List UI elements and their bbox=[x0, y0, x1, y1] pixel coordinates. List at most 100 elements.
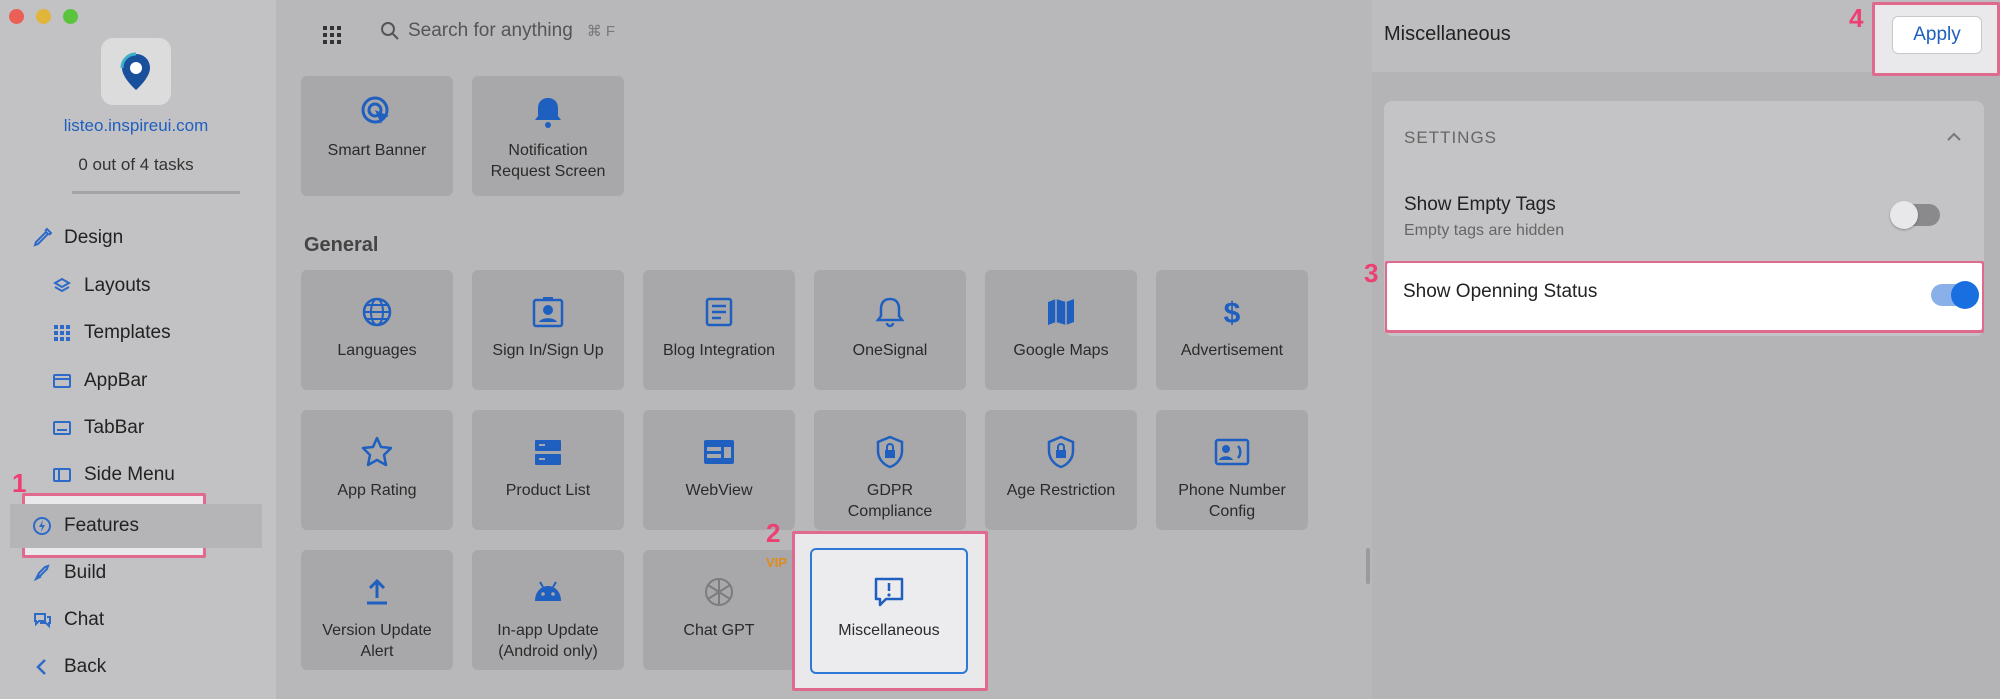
nav-label: Chat bbox=[64, 609, 105, 630]
brush-icon bbox=[30, 226, 54, 250]
search-bar[interactable]: Search for anything ⌘ F bbox=[380, 20, 615, 42]
show-opening-status-label: Show Openning Status bbox=[1403, 281, 1598, 302]
search-icon bbox=[381, 22, 399, 40]
tile-label: Sign In/Sign Up bbox=[492, 342, 604, 359]
dollar-icon: $ bbox=[1220, 294, 1244, 330]
tile-phone-number-config[interactable]: Phone Number Config bbox=[1156, 410, 1308, 530]
toggle-knob bbox=[1890, 201, 1918, 229]
tile-label: Product List bbox=[505, 482, 591, 499]
settings-section-label: SETTINGS bbox=[1404, 128, 1498, 147]
tile-label: Phone Number Config bbox=[1178, 482, 1286, 520]
tile-label: Chat GPT bbox=[683, 622, 755, 639]
tile-sign-in[interactable]: Sign In/Sign Up bbox=[472, 270, 624, 390]
tile-advertisement[interactable]: $ Advertisement bbox=[1156, 270, 1308, 390]
phone-contact-icon bbox=[1214, 434, 1250, 470]
nav-features[interactable]: Features bbox=[10, 504, 262, 548]
nav-tabbar[interactable]: TabBar bbox=[0, 406, 272, 450]
nav-label: Layouts bbox=[84, 275, 151, 296]
target-click-icon bbox=[359, 94, 395, 130]
tile-gdpr-compliance[interactable]: GDPR Compliance bbox=[814, 410, 966, 530]
tile-app-rating[interactable]: App Rating bbox=[301, 410, 453, 530]
star-icon bbox=[360, 434, 394, 470]
tile-label: WebView bbox=[685, 482, 753, 499]
nav-layouts[interactable]: Layouts bbox=[0, 264, 272, 308]
openai-icon bbox=[701, 574, 737, 610]
nav-label: Features bbox=[64, 515, 139, 536]
svg-text:$: $ bbox=[1224, 297, 1241, 329]
tile-label: Notification Request Screen bbox=[490, 142, 606, 180]
nav-label: TabBar bbox=[84, 417, 145, 438]
nav-design[interactable]: Design bbox=[0, 216, 272, 260]
tile-label: Google Maps bbox=[1013, 342, 1109, 359]
section-title-general: General bbox=[304, 234, 379, 256]
layers-icon bbox=[50, 274, 74, 298]
tile-miscellaneous[interactable]: Miscellaneous bbox=[810, 548, 968, 674]
tile-label: Advertisement bbox=[1180, 342, 1284, 359]
tasks-progress: 0 out of 4 tasks bbox=[78, 155, 194, 174]
rocket-icon bbox=[30, 561, 54, 585]
show-opening-status-toggle[interactable] bbox=[1931, 281, 1979, 309]
tile-label: Version Update Alert bbox=[322, 622, 432, 660]
tile-label: Miscellaneous bbox=[838, 622, 940, 639]
step-1-number: 1 bbox=[12, 468, 27, 498]
tile-age-restriction[interactable]: Age Restriction bbox=[985, 410, 1137, 530]
site-url[interactable]: listeo.inspireui.com bbox=[0, 116, 272, 136]
tile-onesignal[interactable]: OneSignal bbox=[814, 270, 966, 390]
article-icon bbox=[704, 294, 734, 330]
panel-title: Miscellaneous bbox=[1384, 23, 1511, 45]
step-3-number: 3 bbox=[1364, 258, 1379, 288]
tabbar-icon bbox=[50, 416, 74, 440]
tile-label: OneSignal bbox=[852, 342, 928, 359]
nav-side-menu[interactable]: Side Menu bbox=[0, 453, 272, 497]
list-icon bbox=[532, 434, 564, 470]
minimize-window-button[interactable] bbox=[36, 9, 51, 24]
chat-icon bbox=[30, 608, 54, 632]
maximize-window-button[interactable] bbox=[63, 9, 78, 24]
sidebar: listeo.inspireui.com 0 out of 4 tasks De… bbox=[0, 0, 276, 699]
nav-templates[interactable]: Templates bbox=[0, 311, 272, 355]
tile-smart-banner[interactable]: Smart Banner bbox=[301, 76, 453, 196]
contact-card-icon bbox=[531, 294, 565, 330]
tile-label: Smart Banner bbox=[327, 142, 427, 159]
shield-lock-icon bbox=[1046, 434, 1076, 470]
tile-webview[interactable]: WebView bbox=[643, 410, 795, 530]
tile-product-list[interactable]: Product List bbox=[472, 410, 624, 530]
app-logo bbox=[101, 38, 171, 105]
nav-appbar[interactable]: AppBar bbox=[0, 359, 272, 403]
resize-handle[interactable] bbox=[1366, 548, 1370, 584]
globe-icon bbox=[361, 294, 393, 330]
tile-label: Languages bbox=[337, 342, 417, 359]
apps-grid-icon[interactable] bbox=[320, 23, 344, 47]
map-icon bbox=[1045, 294, 1077, 330]
nav-label: Side Menu bbox=[84, 464, 175, 485]
show-opening-status-row: Show Openning Status bbox=[1387, 263, 1982, 330]
tile-google-maps[interactable]: Google Maps bbox=[985, 270, 1137, 390]
tile-notification-request[interactable]: Notification Request Screen bbox=[472, 76, 624, 196]
tile-blog-integration[interactable]: Blog Integration bbox=[643, 270, 795, 390]
nav-chat[interactable]: Chat bbox=[0, 598, 272, 642]
chevron-up-icon[interactable] bbox=[1944, 127, 1964, 147]
side-menu-icon bbox=[50, 463, 74, 487]
upload-icon bbox=[362, 574, 392, 610]
show-empty-tags-toggle[interactable] bbox=[1890, 201, 1940, 229]
main-content: Search for anything ⌘ F Smart Banner Not… bbox=[276, 0, 1372, 699]
android-icon bbox=[531, 574, 565, 610]
nav-build[interactable]: Build bbox=[0, 551, 272, 595]
bolt-icon bbox=[30, 514, 54, 538]
back-icon bbox=[30, 655, 54, 679]
tile-version-update-alert[interactable]: Version Update Alert bbox=[301, 550, 453, 670]
nav-back[interactable]: Back bbox=[0, 645, 272, 689]
search-placeholder: Search for anything bbox=[408, 20, 573, 41]
tile-label: Age Restriction bbox=[1006, 482, 1116, 499]
tile-in-app-update[interactable]: In-app Update (Android only) bbox=[472, 550, 624, 670]
show-empty-tags-label: Show Empty Tags bbox=[1404, 194, 1556, 215]
tile-label: App Rating bbox=[337, 482, 417, 499]
tile-label: In-app Update (Android only) bbox=[497, 622, 599, 660]
tile-languages[interactable]: Languages bbox=[301, 270, 453, 390]
step-4-number: 4 bbox=[1849, 3, 1864, 33]
nav-label: Design bbox=[64, 227, 124, 248]
close-window-button[interactable] bbox=[9, 9, 24, 24]
webview-icon bbox=[702, 434, 736, 470]
apply-button[interactable]: Apply bbox=[1892, 16, 1982, 54]
shield-lock-icon bbox=[875, 434, 905, 470]
